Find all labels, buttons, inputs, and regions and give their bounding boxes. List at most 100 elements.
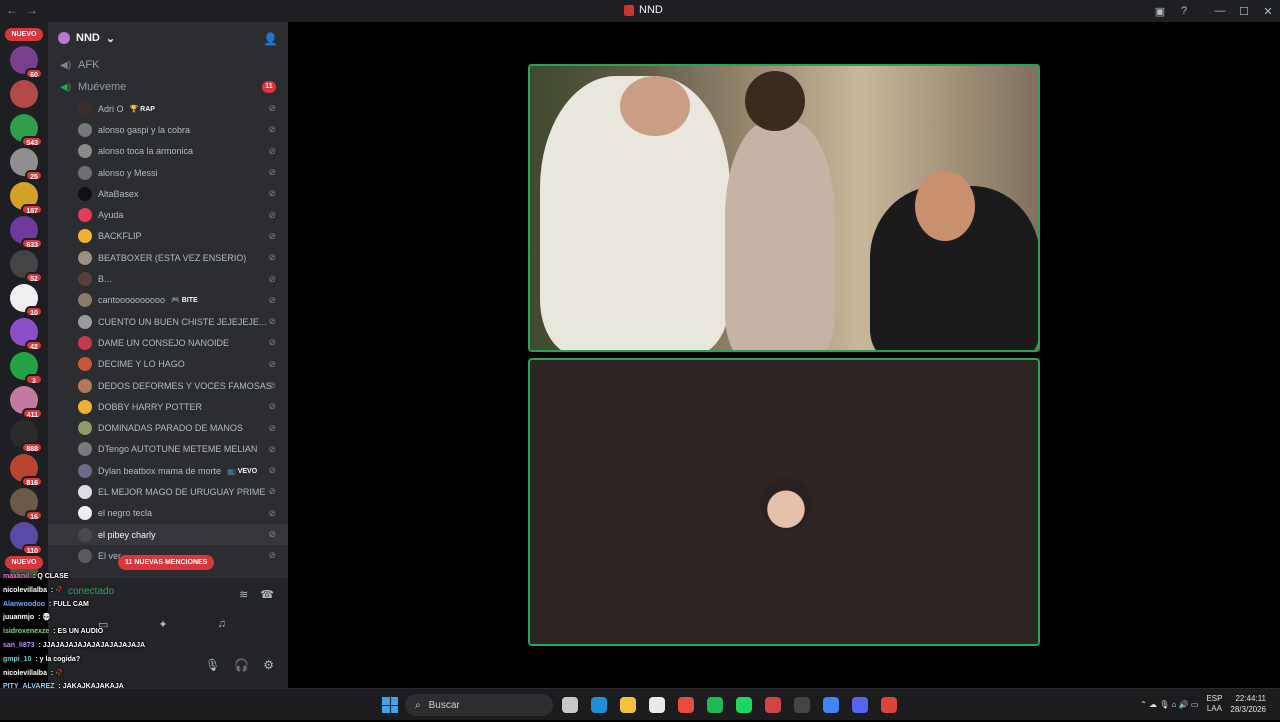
voice-member[interactable]: alonso gaspi y la cobra ⊘ <box>48 119 288 140</box>
server-icon <box>624 4 634 16</box>
guild-icon[interactable]: 25 <box>10 148 43 181</box>
taskbar-app-icon[interactable] <box>765 697 781 713</box>
voice-member[interactable]: Ayuda ⊘ <box>48 204 288 225</box>
maximize-button[interactable]: ☐ <box>1232 5 1256 18</box>
video-tile-camera[interactable] <box>528 64 1040 352</box>
guild-icon[interactable]: 52 <box>10 250 43 283</box>
unread-badge: 42 <box>25 340 43 351</box>
voice-member[interactable]: BEATBOXER (ESTA VEZ ENSERIO) ⊘ <box>48 247 288 268</box>
taskbar-app-icon[interactable] <box>852 697 868 713</box>
window-title-text: NND <box>639 4 663 16</box>
deafened-icon: ⊘ <box>268 337 276 348</box>
guild-icon[interactable]: 42 <box>10 318 43 351</box>
avatar <box>78 378 92 393</box>
taskbar-app-icon[interactable] <box>591 697 607 713</box>
voice-member[interactable]: AltaBasex ⊘ <box>48 183 288 204</box>
minimize-button[interactable]: — <box>1208 5 1232 17</box>
voice-member[interactable]: DTengo AUTOTUNE METEME MELIAN ⊘ <box>48 439 288 460</box>
voice-channel[interactable]: ◀) Muéveme 11 <box>48 76 288 98</box>
inbox-icon[interactable]: ▣ <box>1148 5 1172 18</box>
voice-member[interactable]: B... ⊘ <box>48 268 288 289</box>
avatar <box>78 442 92 457</box>
video-tile-avatar[interactable] <box>528 358 1040 646</box>
voice-member[interactable]: cantoooooooooo 🎮 BITE ⊘ <box>48 290 288 311</box>
unread-badge: 411 <box>21 408 43 419</box>
system-tray: ⌃ ☁ 🎙 ⌂ 🔊 ▭ ESP LAA 22:44:11 28/3/2026 <box>1140 693 1266 715</box>
close-button[interactable]: ✕ <box>1256 5 1280 18</box>
new-servers-badge-bottom[interactable]: NUEVO <box>5 556 43 569</box>
voice-member[interactable]: Adri O 🏆 RAP ⊘ <box>48 98 288 119</box>
search-icon: ⌕ <box>415 699 421 711</box>
headphones-icon[interactable]: 🎧 <box>234 658 249 672</box>
new-mentions-pill[interactable]: 11 NUEVAS MENCIONES <box>118 555 215 570</box>
voice-member[interactable]: el pibey charly ⊘ <box>48 523 288 546</box>
voice-status-icons: ≋ ☎ <box>239 588 274 601</box>
unread-badge: 52 <box>25 272 43 283</box>
taskbar-app-icon[interactable] <box>562 697 578 713</box>
chat-text: ES UN AUDIO <box>57 628 104 636</box>
guild-icon[interactable]: 3 <box>10 352 43 385</box>
member-name: CUENTO UN BUEN CHISTE JEJEJEJE... <box>98 316 267 327</box>
guild-icon[interactable]: 411 <box>10 386 43 419</box>
guild-icon[interactable]: 187 <box>10 182 43 215</box>
guild-icon[interactable]: 543 <box>10 114 43 147</box>
guild-icon[interactable]: 633 <box>10 216 43 249</box>
forward-arrow-icon[interactable]: → <box>26 3 38 17</box>
taskbar-app-icon[interactable] <box>881 697 897 713</box>
chat-text: FULL CAM <box>53 600 89 608</box>
voice-member[interactable]: DOMINADAS PARADO DE MANOS ⊘ <box>48 417 288 438</box>
chat-message: nicolevillalba : 🥀 <box>0 667 210 681</box>
chat-message: gmpi_10 : y la cogida? <box>0 653 210 667</box>
taskbar-app-icon[interactable] <box>678 697 694 713</box>
taskbar-app-icon[interactable] <box>649 697 665 713</box>
taskbar-search[interactable]: ⌕ Buscar <box>405 694 553 716</box>
taskbar-app-icon[interactable] <box>736 697 752 713</box>
channel-name: AFK <box>78 59 100 71</box>
avatar <box>78 484 92 499</box>
voice-member[interactable]: DECIME Y LO HAGO ⊘ <box>48 354 288 375</box>
clock[interactable]: 22:44:11 28/3/2026 <box>1230 693 1266 715</box>
new-servers-badge-top[interactable]: NUEVO <box>5 28 43 41</box>
guild-icon[interactable]: 888 <box>10 420 43 453</box>
guild-icon[interactable]: 16 <box>10 488 43 521</box>
deafened-icon: ⊘ <box>268 145 276 156</box>
invite-people-icon[interactable]: 👤 <box>263 32 278 46</box>
voice-member[interactable]: BACKFLIP ⊘ <box>48 226 288 247</box>
guild-icon[interactable]: 60 <box>10 46 43 79</box>
noise-suppression-icon[interactable]: ≋ <box>239 588 248 601</box>
voice-member[interactable]: alonso toca la armonica ⊘ <box>48 141 288 162</box>
taskbar-app-icon[interactable] <box>794 697 810 713</box>
avatar <box>78 421 92 436</box>
guild-icon[interactable] <box>10 80 38 108</box>
tray-icons[interactable]: ⌃ ☁ 🎙 ⌂ 🔊 ▭ <box>1140 700 1198 709</box>
voice-member[interactable]: DOBBY HARRY POTTER ⊘ <box>48 396 288 417</box>
guild-icon[interactable]: 110 <box>10 522 43 555</box>
deafened-icon: ⊘ <box>268 209 276 220</box>
window-titlebar: ← → NND ▣ ? — ☐ ✕ <box>0 0 1280 22</box>
voice-channel[interactable]: ◀) AFK <box>48 54 288 76</box>
voice-member[interactable]: DEDOS DEFORMES Y VOCES FAMOSAS ⊘ <box>48 375 288 396</box>
voice-member[interactable]: CUENTO UN BUEN CHISTE JEJEJEJE... ⊘ <box>48 311 288 332</box>
back-arrow-icon[interactable]: ← <box>6 3 18 17</box>
unread-badge: 10 <box>25 306 43 317</box>
video-person-right-head <box>915 171 975 241</box>
voice-member[interactable]: Dylan beatbox mama de morte 📺 VEVO ⊘ <box>48 460 288 481</box>
taskbar-app-icon[interactable] <box>620 697 636 713</box>
taskbar-app-icon[interactable] <box>823 697 839 713</box>
unread-badge: 187 <box>21 204 43 215</box>
voice-member[interactable]: EL MEJOR MAGO DE URUGUAY PRIME ⊘ <box>48 481 288 502</box>
taskbar-app-icon[interactable] <box>707 697 723 713</box>
voice-member[interactable]: el negro tecla ⊘ <box>48 503 288 524</box>
voice-member[interactable]: DAME UN CONSEJO NANOIDE ⊘ <box>48 332 288 353</box>
guild-icon[interactable]: 10 <box>10 284 43 317</box>
server-header[interactable]: NND ⌄ 👤 <box>48 22 288 54</box>
voice-member[interactable]: alonso y Messi ⊘ <box>48 162 288 183</box>
help-icon[interactable]: ? <box>1172 5 1196 17</box>
disconnect-icon[interactable]: ☎ <box>260 588 274 601</box>
soundboard-icon[interactable]: ♫ <box>218 618 226 631</box>
windows-start-icon[interactable] <box>382 697 398 713</box>
member-name: alonso toca la armonica <box>98 146 194 157</box>
language-indicator[interactable]: ESP LAA <box>1206 694 1222 714</box>
guild-icon[interactable]: 816 <box>10 454 43 487</box>
settings-icon[interactable]: ⚙ <box>263 658 274 672</box>
